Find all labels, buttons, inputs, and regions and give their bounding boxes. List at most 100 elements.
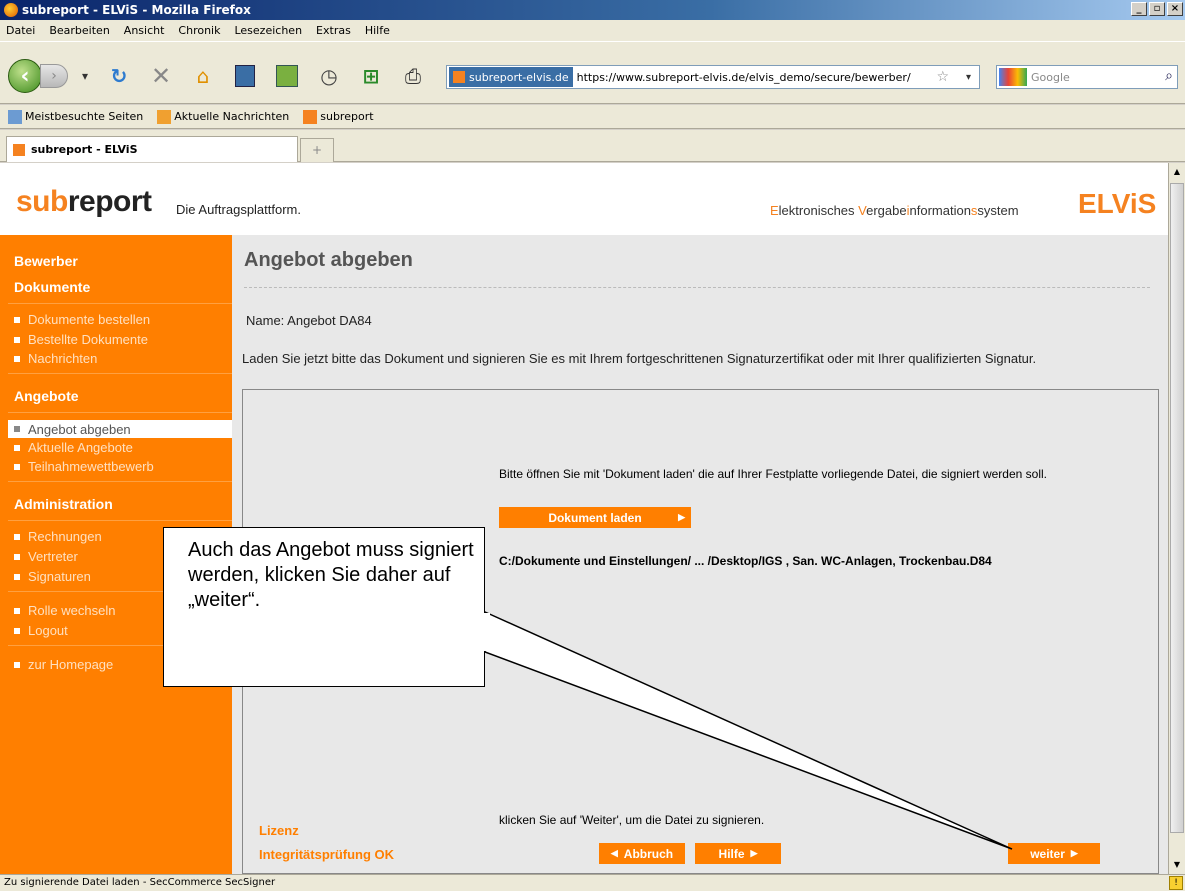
system-name-part: lektronisches xyxy=(778,203,859,218)
tagline: Die Auftragsplattform. xyxy=(176,202,301,217)
url-text[interactable]: https://www.subreport-elvis.de/elvis_dem… xyxy=(577,71,911,84)
next-button[interactable]: weiter ▶ xyxy=(1008,843,1100,864)
clock-icon[interactable]: ◷ xyxy=(314,62,344,90)
stop-icon[interactable]: ✕ xyxy=(146,62,176,90)
bullet-icon xyxy=(14,444,20,451)
bullet-icon xyxy=(14,553,20,560)
system-name-part: E xyxy=(770,203,779,218)
sidebar-section-dokumente[interactable]: Dokumente xyxy=(14,279,90,295)
sidebar-item-aktuelle-angebote[interactable]: Aktuelle Angebote xyxy=(14,440,133,455)
new-tab-button[interactable]: + xyxy=(300,138,334,162)
reload-icon[interactable]: ↻ xyxy=(104,62,134,90)
bullet-icon xyxy=(14,627,20,634)
window-titlebar: subreport - ELViS - Mozilla Firefox _ ▫ … xyxy=(0,0,1185,20)
bullet-icon xyxy=(14,463,20,470)
system-name-part: system xyxy=(977,203,1019,218)
license-link[interactable]: Lizenz xyxy=(259,823,299,838)
tab-subreport[interactable]: subreport - ELViS xyxy=(6,136,298,162)
maximize-button[interactable]: ▫ xyxy=(1149,2,1165,16)
menu-ansicht[interactable]: Ansicht xyxy=(124,24,165,37)
url-bar[interactable]: subreport-elvis.de https://www.subreport… xyxy=(446,65,980,89)
menu-hilfe[interactable]: Hilfe xyxy=(365,24,390,37)
menu-chronik[interactable]: Chronik xyxy=(178,24,220,37)
page-title: Angebot abgeben xyxy=(244,249,413,271)
sidebar-item-signaturen[interactable]: Signaturen xyxy=(14,569,91,584)
sidebar-item-vertreter[interactable]: Vertreter xyxy=(14,549,78,564)
sidebar-item-nachrichten[interactable]: Nachrichten xyxy=(14,351,97,366)
sidebar-item-label: Signaturen xyxy=(28,569,91,584)
url-dropdown-icon[interactable]: ▾ xyxy=(966,72,971,83)
sidebar-item-label: Rolle wechseln xyxy=(28,603,116,618)
menu-datei[interactable]: Datei xyxy=(6,24,35,37)
bookmark-meistbesuchte[interactable]: Meistbesuchte Seiten xyxy=(8,109,144,124)
sidebar-item-label: Nachrichten xyxy=(28,351,98,366)
sidebar-item-rechnungen[interactable]: Rechnungen xyxy=(14,529,102,544)
sidebar-divider xyxy=(8,412,232,413)
bookmark-label: Meistbesuchte Seiten xyxy=(25,109,144,123)
forward-icon[interactable]: › xyxy=(40,64,68,88)
sidebar-item-teilnahmewettbewerb[interactable]: Teilnahmewettbewerb xyxy=(14,459,154,474)
site-identity-badge[interactable]: subreport-elvis.de xyxy=(449,67,573,87)
logo-report: report xyxy=(67,185,152,218)
subreport-logo[interactable]: subreport xyxy=(16,185,152,219)
home-icon[interactable]: ⌂ xyxy=(188,62,218,90)
logo-sub: sub xyxy=(16,185,68,218)
vertical-scrollbar[interactable]: ▲ ▼ xyxy=(1168,163,1185,874)
navigation-toolbar: ‹ › ▾ ↻ ✕ ⌂ ◷ ⊞ ⎙ subreport-elvis.de htt… xyxy=(0,41,1185,104)
subreport-favicon xyxy=(453,71,465,83)
star-icon[interactable]: ☆ xyxy=(936,69,949,85)
back-icon[interactable]: ‹ xyxy=(8,59,42,93)
menu-bearbeiten[interactable]: Bearbeiten xyxy=(49,24,109,37)
window-title: subreport - ELViS - Mozilla Firefox xyxy=(22,3,251,17)
arrow-right-icon: ▶ xyxy=(1070,848,1078,858)
applet-instruction: Bitte öffnen Sie mit 'Dokument laden' di… xyxy=(499,467,1047,481)
downloads-icon[interactable] xyxy=(272,62,302,90)
callout-text: Auch das Angebot muss signiert werden, k… xyxy=(188,539,474,611)
history-dropdown-icon[interactable]: ▾ xyxy=(76,67,94,85)
status-text: Zu signierende Datei laden - SecCommerce… xyxy=(4,877,276,888)
close-button[interactable]: × xyxy=(1167,2,1183,16)
bookmark-label: Aktuelle Nachrichten xyxy=(174,109,290,123)
bullet-icon xyxy=(14,336,20,343)
google-icon[interactable] xyxy=(999,68,1027,86)
scroll-thumb[interactable] xyxy=(1170,183,1184,833)
rss-icon xyxy=(157,109,172,124)
scroll-up-icon[interactable]: ▲ xyxy=(1170,164,1184,180)
sidebar-section-administration[interactable]: Administration xyxy=(14,496,113,512)
button-label: Dokument laden xyxy=(548,510,642,525)
subreport-favicon xyxy=(303,109,318,124)
bullet-icon xyxy=(14,661,20,668)
sidebar-item-rolle-wechseln[interactable]: Rolle wechseln xyxy=(14,603,115,618)
sidebar-item-dokumente-bestellen[interactable]: Dokumente bestellen xyxy=(14,312,150,327)
offer-name: Name: Angebot DA84 xyxy=(246,313,372,328)
sidebar-item-logout[interactable]: Logout xyxy=(14,623,68,638)
new-tab-icon[interactable]: ⊞ xyxy=(356,62,386,90)
sidebar-item-bestellte-dokumente[interactable]: Bestellte Dokumente xyxy=(14,332,148,347)
cancel-button[interactable]: ◀ Abbruch xyxy=(599,843,685,864)
bullet-icon xyxy=(14,533,20,540)
bookmark-nachrichten[interactable]: Aktuelle Nachrichten xyxy=(157,109,290,124)
elvis-logo: ELViS xyxy=(1078,188,1157,219)
firefox-icon xyxy=(4,3,18,17)
sidebar-section-angebote[interactable]: Angebote xyxy=(14,388,79,404)
sidebar-item-label: Logout xyxy=(28,623,68,638)
load-document-button[interactable]: Dokument laden ▶ xyxy=(499,507,691,528)
search-icon[interactable]: ⌕ xyxy=(1165,68,1173,84)
minimize-button[interactable]: _ xyxy=(1131,2,1147,16)
callout-box: Auch das Angebot muss signiert werden, k… xyxy=(163,527,485,687)
menu-extras[interactable]: Extras xyxy=(316,24,351,37)
sidebar-role[interactable]: Bewerber xyxy=(14,253,78,269)
sidebar-item-angebot-abgeben[interactable]: Angebot abgeben xyxy=(8,420,232,438)
print-icon[interactable]: ⎙ xyxy=(398,62,428,90)
bullet-icon xyxy=(14,573,20,580)
help-button[interactable]: Hilfe ▶ xyxy=(695,843,781,864)
bookmarks-icon[interactable] xyxy=(230,62,260,90)
warning-icon[interactable]: ! xyxy=(1169,876,1183,890)
browser-window: subreport - ELViS - Mozilla Firefox _ ▫ … xyxy=(0,0,1185,891)
search-bar[interactable]: Google ⌕ xyxy=(996,65,1178,89)
sidebar-item-zur-homepage[interactable]: zur Homepage xyxy=(14,657,113,672)
bookmark-subreport[interactable]: subreport xyxy=(303,109,374,124)
scroll-down-icon[interactable]: ▼ xyxy=(1170,857,1184,873)
page-header: subreport Die Auftragsplattform. Elektro… xyxy=(0,163,1168,235)
menu-lesezeichen[interactable]: Lesezeichen xyxy=(234,24,302,37)
